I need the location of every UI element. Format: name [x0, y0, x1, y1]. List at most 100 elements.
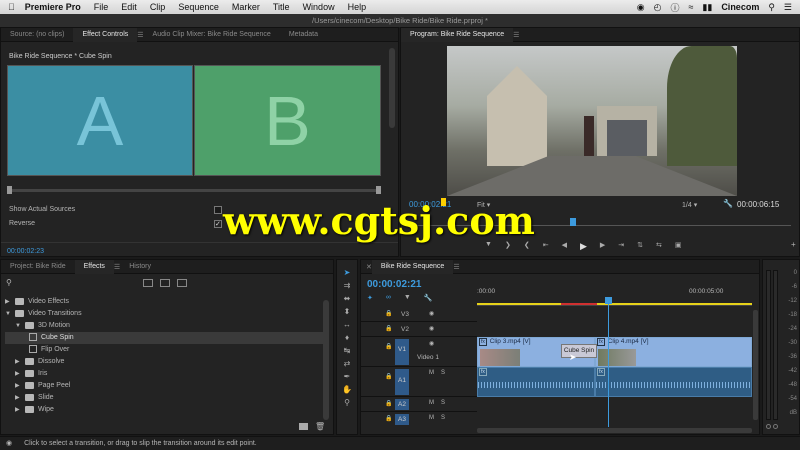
collapse-icon[interactable]: ▼ — [15, 320, 23, 332]
tab-source[interactable]: Source: (no clips) — [1, 31, 73, 38]
clip-4-video[interactable]: fx Clip 4.mp4 [V] — [595, 337, 752, 367]
tab-history[interactable]: History — [120, 263, 160, 270]
expand-icon[interactable]: ▶ — [15, 380, 23, 392]
reverse-checkbox[interactable]: ✓ — [214, 220, 222, 228]
track-v2-label[interactable]: V2 — [401, 326, 409, 333]
lock-icon[interactable]: 🔒 — [385, 310, 392, 317]
solo-button[interactable]: S — [441, 400, 445, 406]
go-to-out-icon[interactable]: ⇥ — [618, 241, 624, 252]
menu-clip[interactable]: Clip — [150, 2, 166, 12]
transition-cube-spin[interactable]: Cube Spin — [561, 344, 597, 358]
32bit-effects-icon[interactable] — [160, 279, 170, 287]
timeline-timecode[interactable]: 00:00:02:21 — [367, 279, 421, 290]
clip-3-audio[interactable]: fx — [477, 367, 595, 397]
tree-item-page-peel[interactable]: ▶ Page Peel — [5, 380, 325, 392]
menu-marker[interactable]: Marker — [232, 2, 260, 12]
snap-icon[interactable]: ✦ — [367, 294, 373, 302]
overwrite-icon[interactable]: ⇆ — [656, 241, 662, 252]
battery-icon[interactable]: ▮▮ — [702, 2, 712, 13]
zoom-tool-icon[interactable]: ⚲ — [344, 398, 350, 407]
hand-tool-icon[interactable]: ✋ — [342, 385, 352, 394]
search-icon[interactable]: ⚲ — [768, 2, 775, 13]
razor-tool-icon[interactable]: ♦ — [345, 333, 349, 342]
meter-solo-left[interactable] — [766, 424, 771, 429]
add-button-icon[interactable]: + — [791, 240, 796, 249]
lock-icon[interactable]: 🔒 — [385, 400, 392, 407]
go-to-in-icon[interactable]: ⇤ — [543, 241, 549, 252]
timeline-settings-icon[interactable]: 🔧 — [424, 294, 433, 302]
menu-file[interactable]: File — [94, 2, 109, 12]
new-bin-icon[interactable] — [299, 423, 308, 430]
eye-icon[interactable]: ◉ — [429, 325, 434, 332]
lock-icon[interactable]: 🔒 — [385, 373, 392, 380]
linked-selection-icon[interactable]: ∞ — [386, 294, 391, 302]
tree-item-dissolve[interactable]: ▶ Dissolve — [5, 356, 325, 368]
expand-icon[interactable]: ▶ — [15, 404, 23, 416]
collapse-icon[interactable]: ▼ — [5, 308, 13, 320]
timeline-playhead-handle[interactable] — [605, 297, 612, 304]
solo-button[interactable]: S — [441, 370, 445, 376]
track-v3-label[interactable]: V3 — [401, 311, 409, 318]
mute-button[interactable]: M — [429, 370, 434, 376]
tree-item-video-transitions[interactable]: ▼ Video Transitions — [5, 308, 325, 320]
mute-button[interactable]: M — [429, 415, 434, 421]
track-a2-label[interactable]: A2 — [398, 401, 406, 408]
expand-icon[interactable]: ▶ — [15, 356, 23, 368]
menu-window[interactable]: Window — [303, 2, 335, 12]
user-menu[interactable]: Cinecom — [721, 2, 759, 12]
tab-program[interactable]: Program: Bike Ride Sequence — [401, 27, 514, 42]
rolling-edit-tool-icon[interactable]: ⬍ — [344, 307, 351, 316]
tree-item-wipe[interactable]: ▶ Wipe — [5, 404, 325, 416]
lock-icon[interactable]: 🔒 — [385, 325, 392, 332]
tab-effect-controls[interactable]: Effect Controls — [73, 27, 138, 42]
timeline-hscrollbar[interactable] — [477, 428, 752, 433]
timeline-menu-icon[interactable]: ☰ — [453, 263, 459, 271]
menu-edit[interactable]: Edit — [121, 2, 137, 12]
tree-item-flip-over[interactable]: Flip Over — [5, 344, 325, 356]
wifi-icon[interactable]: ≈ — [688, 2, 693, 12]
eye-icon[interactable]: ◉ — [429, 310, 434, 317]
panel-scrollbar[interactable] — [389, 48, 395, 128]
slip-tool-icon[interactable]: ↹ — [344, 346, 351, 355]
program-scrubber-marker[interactable] — [570, 218, 576, 226]
slide-tool-icon[interactable]: ⇄ — [344, 359, 351, 368]
menu-sequence[interactable]: Sequence — [178, 2, 219, 12]
track-v1-label[interactable]: V1 — [398, 346, 406, 353]
track-select-tool-icon[interactable]: ⇉ — [344, 281, 351, 290]
lock-icon[interactable]: 🔒 — [385, 415, 392, 422]
tree-item-iris[interactable]: ▶ Iris — [5, 368, 325, 380]
track-a3-label[interactable]: A3 — [398, 416, 406, 423]
tree-item-slide[interactable]: ▶ Slide — [5, 392, 325, 404]
tab-effects[interactable]: Effects — [74, 259, 114, 274]
accelerated-effects-icon[interactable] — [143, 279, 153, 287]
yuv-effects-icon[interactable] — [177, 279, 187, 287]
lock-icon[interactable]: 🔒 — [385, 343, 392, 350]
tree-item-video-effects[interactable]: ▶ Video Effects — [5, 296, 325, 308]
pen-tool-icon[interactable]: ✒ — [344, 372, 351, 381]
tab-metadata[interactable]: Metadata — [280, 31, 327, 38]
tab-bike-ride-sequence[interactable]: Bike Ride Sequence — [371, 259, 454, 274]
play-icon[interactable]: ▶ — [580, 241, 587, 252]
rate-stretch-tool-icon[interactable]: ↔ — [343, 320, 351, 329]
program-menu-icon[interactable]: ☰ — [513, 31, 519, 39]
meter-solo-right[interactable] — [773, 424, 778, 429]
solo-button[interactable]: S — [441, 415, 445, 421]
show-actual-sources-checkbox[interactable] — [214, 206, 222, 214]
tab-project[interactable]: Project: Bike Ride — [1, 263, 75, 270]
track-a1-label[interactable]: A1 — [398, 377, 406, 384]
insert-icon[interactable]: ⇅ — [637, 241, 643, 252]
trash-icon[interactable]: 🗑 — [315, 422, 325, 431]
selection-tool-icon[interactable]: ➤ — [344, 268, 351, 277]
effects-scrollbar[interactable] — [323, 300, 329, 420]
expand-icon[interactable]: ▶ — [5, 296, 13, 308]
expand-icon[interactable]: ▶ — [15, 368, 23, 380]
menu-help[interactable]: Help — [348, 2, 367, 12]
preview-slider-end[interactable] — [376, 186, 381, 194]
list-icon[interactable]: ☰ — [784, 2, 792, 13]
wrench-icon[interactable]: 🔧 — [723, 199, 733, 208]
step-forward-icon[interactable]: ▶ — [600, 241, 605, 252]
camera-icon[interactable]: ▣ — [675, 241, 682, 252]
preview-slider-track[interactable] — [7, 189, 381, 192]
info-icon[interactable]: ⓘ — [670, 1, 679, 14]
expand-icon[interactable]: ▶ — [15, 392, 23, 404]
